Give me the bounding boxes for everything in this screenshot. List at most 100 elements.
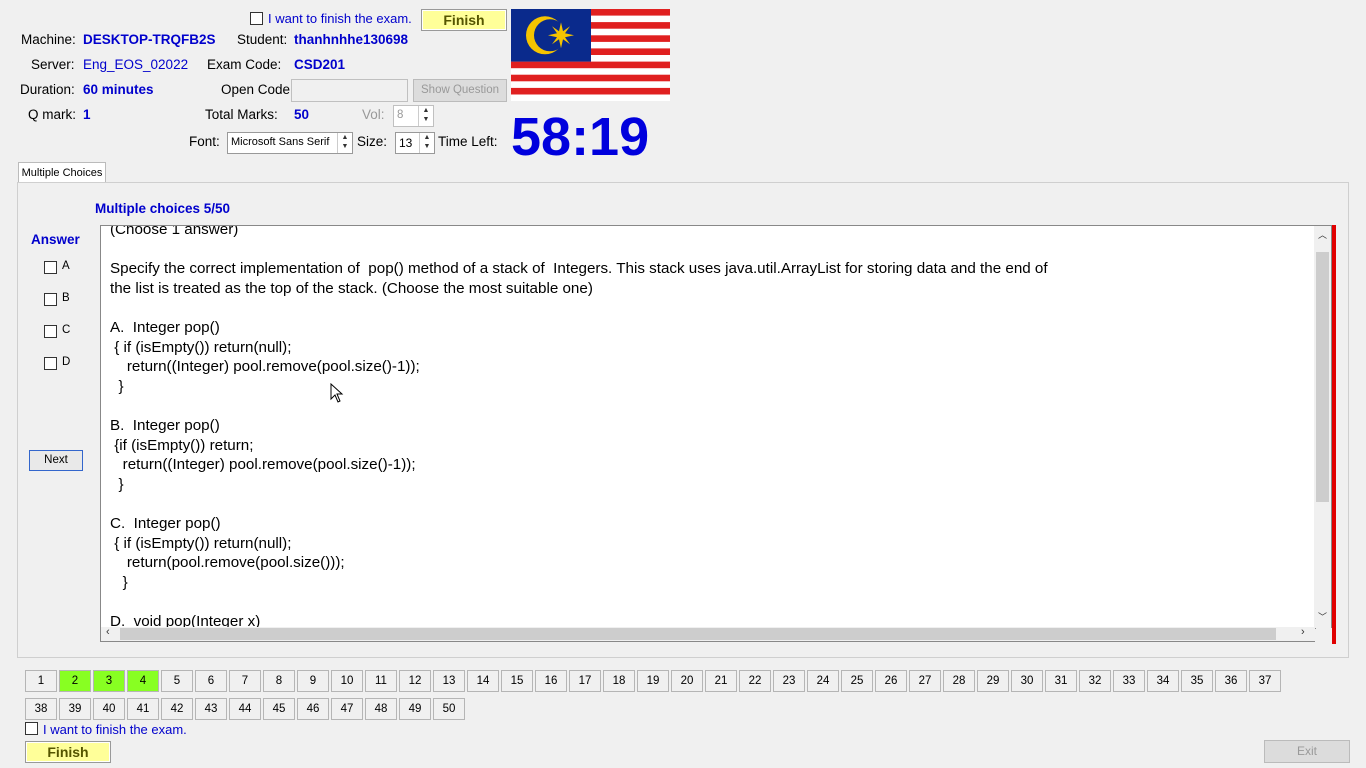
volume-spinner[interactable]: 8 ▲ ▼ — [393, 105, 434, 127]
question-number-button[interactable]: 3 — [93, 670, 125, 692]
server-value: Eng_EOS_02022 — [83, 57, 189, 72]
question-number-button[interactable]: 18 — [603, 670, 635, 692]
vol-label: Vol: — [362, 107, 385, 122]
answer-d-checkbox[interactable] — [44, 357, 57, 370]
answer-a-checkbox[interactable] — [44, 261, 57, 274]
scroll-left-icon[interactable]: ‹ — [106, 626, 110, 638]
question-number-button[interactable]: 9 — [297, 670, 329, 692]
malaysia-flag-icon — [511, 9, 670, 101]
question-horizontal-scrollbar[interactable]: ‹ › — [100, 626, 1315, 642]
question-number-button[interactable]: 25 — [841, 670, 873, 692]
question-number-button[interactable]: 16 — [535, 670, 567, 692]
scroll-right-icon[interactable]: › — [1301, 626, 1305, 638]
exit-button[interactable]: Exit — [1264, 740, 1350, 763]
vertical-scroll-thumb[interactable] — [1316, 252, 1329, 502]
show-question-button[interactable]: Show Question — [413, 79, 507, 102]
question-number-button[interactable]: 37 — [1249, 670, 1281, 692]
question-number-button[interactable]: 41 — [127, 698, 159, 720]
open-code-input[interactable] — [291, 79, 408, 102]
question-number-button[interactable]: 44 — [229, 698, 261, 720]
question-progress: Multiple choices 5/50 — [95, 201, 231, 216]
question-number-button[interactable]: 19 — [637, 670, 669, 692]
question-number-button[interactable]: 40 — [93, 698, 125, 720]
answer-c-checkbox[interactable] — [44, 325, 57, 338]
finish-exam-checkbox-label-top: I want to finish the exam. — [268, 11, 412, 26]
question-number-button[interactable]: 23 — [773, 670, 805, 692]
question-number-button[interactable]: 4 — [127, 670, 159, 692]
scroll-up-icon[interactable]: ︿ — [1318, 228, 1327, 241]
finish-button-top[interactable]: Finish — [421, 9, 507, 31]
student-label: Student: — [237, 32, 288, 47]
question-number-button[interactable]: 29 — [977, 670, 1009, 692]
question-number-button[interactable]: 35 — [1181, 670, 1213, 692]
question-number-button[interactable]: 14 — [467, 670, 499, 692]
question-number-button[interactable]: 45 — [263, 698, 295, 720]
question-number-button[interactable]: 20 — [671, 670, 703, 692]
answer-b-label: B — [62, 292, 70, 304]
answer-c-label: C — [62, 324, 71, 336]
answer-a-label: A — [62, 260, 70, 272]
question-vertical-scrollbar[interactable]: ︿ ﹀ — [1314, 225, 1332, 628]
total-marks-label: Total Marks: — [205, 107, 278, 122]
question-number-button[interactable]: 43 — [195, 698, 227, 720]
question-number-button[interactable]: 24 — [807, 670, 839, 692]
question-number-button[interactable]: 10 — [331, 670, 363, 692]
tab-multiple-choices[interactable]: Multiple Choices — [18, 162, 106, 183]
spinner-arrows-icon[interactable]: ▲ ▼ — [418, 106, 433, 126]
question-number-button[interactable]: 38 — [25, 698, 57, 720]
question-number-button[interactable]: 34 — [1147, 670, 1179, 692]
font-selector[interactable]: Microsoft Sans Serif ▲ ▼ — [227, 132, 353, 154]
question-number-button[interactable]: 30 — [1011, 670, 1043, 692]
question-number-button[interactable]: 2 — [59, 670, 91, 692]
volume-value: 8 — [397, 109, 404, 121]
machine-value: DESKTOP-TRQFB2S — [83, 32, 216, 47]
question-number-button[interactable]: 32 — [1079, 670, 1111, 692]
question-number-button[interactable]: 6 — [195, 670, 227, 692]
scroll-down-icon[interactable]: ﹀ — [1318, 610, 1327, 623]
question-number-button[interactable]: 17 — [569, 670, 601, 692]
question-number-button[interactable]: 47 — [331, 698, 363, 720]
question-number-button[interactable]: 33 — [1113, 670, 1145, 692]
font-value: Microsoft Sans Serif — [231, 136, 330, 148]
server-label: Server: — [31, 57, 75, 72]
question-number-button[interactable]: 46 — [297, 698, 329, 720]
question-number-button[interactable]: 13 — [433, 670, 465, 692]
question-number-button[interactable]: 12 — [399, 670, 431, 692]
finish-exam-checkbox-top[interactable] — [250, 12, 263, 25]
duration-label: Duration: — [20, 82, 75, 97]
question-number-button[interactable]: 42 — [161, 698, 193, 720]
question-number-button[interactable]: 11 — [365, 670, 397, 692]
size-value: 13 — [399, 136, 413, 150]
question-number-button[interactable]: 48 — [365, 698, 397, 720]
question-number-button[interactable]: 39 — [59, 698, 91, 720]
horizontal-scroll-thumb[interactable] — [120, 628, 1276, 640]
total-marks-value: 50 — [294, 107, 310, 122]
question-text-area[interactable]: (Choose 1 answer) Specify the correct im… — [100, 225, 1316, 629]
question-number-button[interactable]: 8 — [263, 670, 295, 692]
question-number-button[interactable]: 15 — [501, 670, 533, 692]
question-number-button[interactable]: 7 — [229, 670, 261, 692]
question-number-button[interactable]: 5 — [161, 670, 193, 692]
answer-b-checkbox[interactable] — [44, 293, 57, 306]
question-number-button[interactable]: 26 — [875, 670, 907, 692]
question-number-button[interactable]: 36 — [1215, 670, 1247, 692]
mouse-cursor-icon — [330, 382, 344, 406]
size-spinner-arrows-icon[interactable]: ▲ ▼ — [419, 133, 434, 153]
question-number-button[interactable]: 27 — [909, 670, 941, 692]
question-number-button[interactable]: 31 — [1045, 670, 1077, 692]
q-mark-value: 1 — [83, 107, 91, 122]
question-number-button[interactable]: 50 — [433, 698, 465, 720]
question-number-button[interactable]: 28 — [943, 670, 975, 692]
question-number-button[interactable]: 1 — [25, 670, 57, 692]
question-number-button[interactable]: 49 — [399, 698, 431, 720]
question-number-button[interactable]: 22 — [739, 670, 771, 692]
next-button[interactable]: Next — [29, 450, 83, 471]
question-text: (Choose 1 answer) Specify the correct im… — [110, 225, 1048, 629]
finish-exam-checkbox-bottom[interactable] — [25, 722, 38, 735]
font-spinner-arrows-icon[interactable]: ▲ ▼ — [337, 133, 352, 153]
finish-button-bottom[interactable]: Finish — [25, 741, 111, 763]
question-number-button[interactable]: 21 — [705, 670, 737, 692]
finish-exam-checkbox-label-bottom: I want to finish the exam. — [43, 722, 187, 737]
q-mark-label: Q mark: — [28, 107, 77, 122]
size-spinner[interactable]: 13 ▲ ▼ — [395, 132, 435, 154]
